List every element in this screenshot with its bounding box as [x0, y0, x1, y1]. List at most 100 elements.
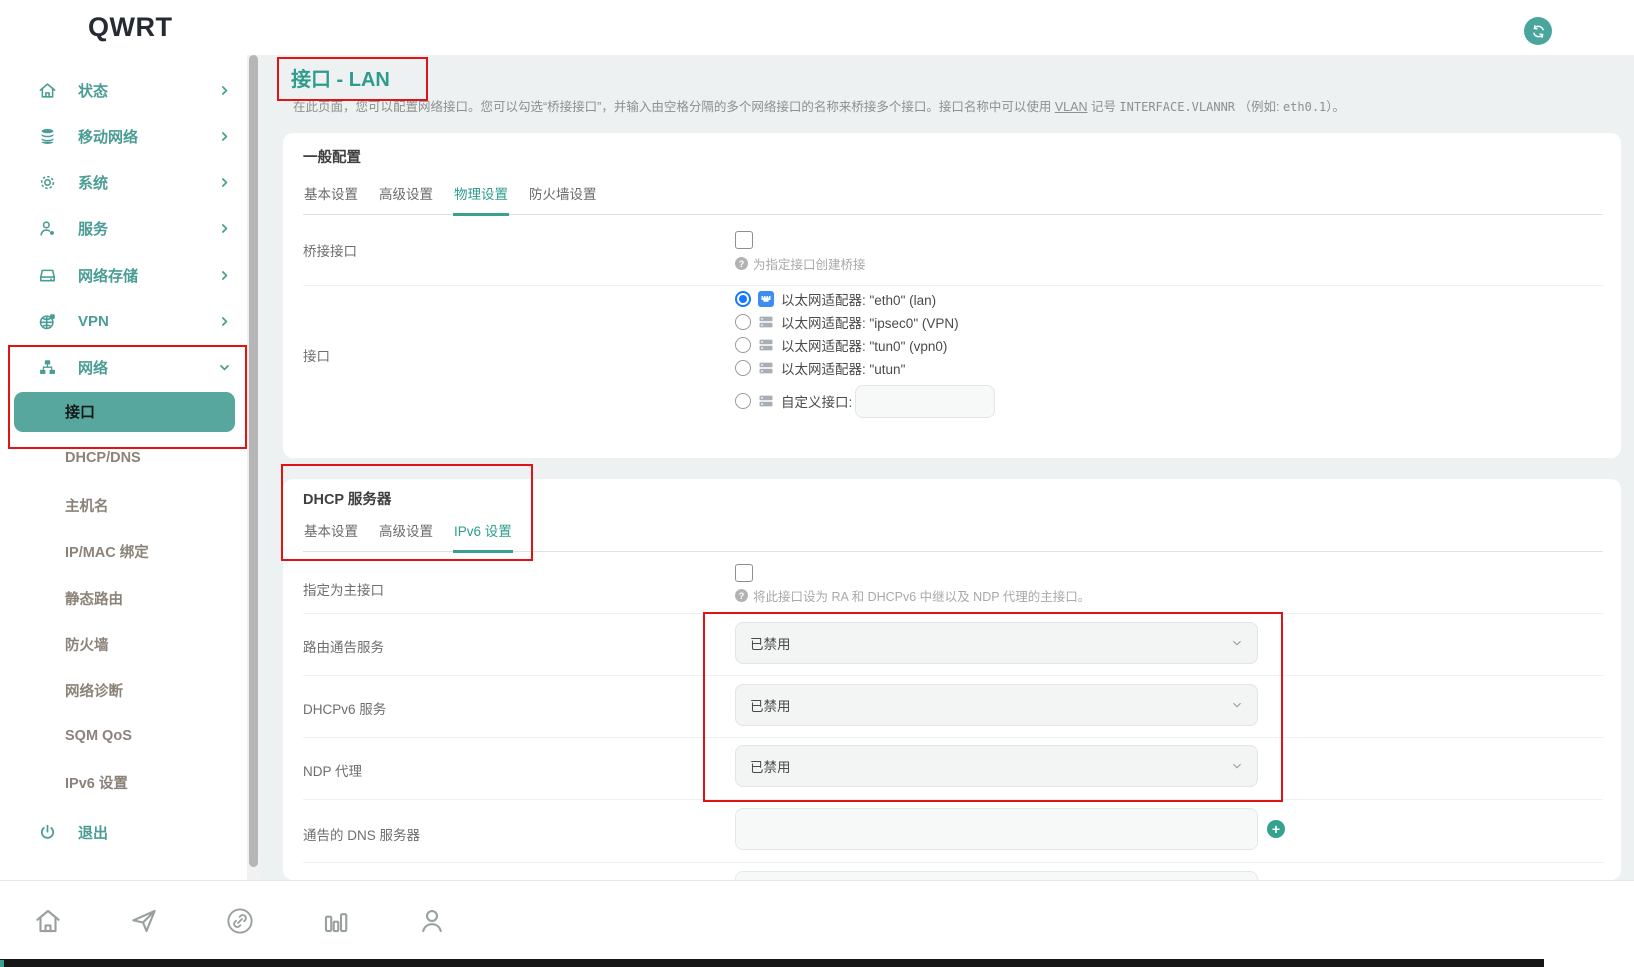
row-divider: [303, 675, 1603, 676]
tab-physical-settings[interactable]: 物理设置: [453, 183, 509, 216]
network-tree-icon: [38, 358, 57, 377]
sidebar-subitem-ipv6-settings[interactable]: IPv6 设置: [65, 769, 128, 795]
ndp-proxy-select[interactable]: 已禁用: [735, 745, 1258, 787]
bridge-interface-checkbox[interactable]: [735, 231, 753, 249]
chevron-right-icon: [218, 315, 231, 328]
send-icon[interactable]: [129, 906, 159, 936]
sidebar-scrollbar[interactable]: [247, 55, 260, 880]
sidebar-item-services[interactable]: 服务: [0, 212, 247, 244]
select-value: 已禁用: [750, 637, 791, 652]
sidebar-subitem-sqm-qos[interactable]: SQM QoS: [65, 723, 132, 749]
radio-unselected[interactable]: [735, 337, 751, 353]
announced-dns-input[interactable]: [735, 808, 1258, 850]
desc-text: 在此页面，您可以配置网络接口。您可以勾选“桥接接口”，并输入由空格分隔的多个网络…: [293, 100, 1055, 114]
globe-icon: [38, 312, 57, 331]
link-icon[interactable]: [225, 906, 255, 936]
chevron-down-icon: [218, 361, 231, 374]
sidebar-item-label: VPN: [78, 312, 109, 330]
chevron-right-icon: [218, 130, 231, 143]
adapter-gray-icon: [758, 393, 774, 409]
home-icon[interactable]: [33, 906, 63, 936]
row-divider: [303, 799, 1603, 800]
interface-option-tun0[interactable]: 以太网适配器: "tun0" (vpn0): [735, 334, 947, 356]
adapter-gray-icon: [758, 360, 774, 376]
drive-icon: [38, 266, 57, 285]
radio-option-label: 自定义接口:: [781, 395, 853, 410]
interface-option-utun[interactable]: 以太网适配器: "utun": [735, 357, 905, 379]
scrollbar-thumb[interactable]: [249, 55, 258, 867]
dhcpv6-service-label: DHCPv6 服务: [303, 702, 387, 717]
sidebar-item-label: 服务: [78, 220, 109, 238]
adapter-gray-icon: [758, 337, 774, 353]
tab-advanced-settings[interactable]: 高级设置: [378, 183, 434, 214]
sidebar-item-network[interactable]: 网络: [0, 351, 247, 383]
sidebar-item-system[interactable]: 系统: [0, 166, 247, 198]
sidebar-item-logout[interactable]: 退出: [0, 816, 247, 848]
person-icon[interactable]: [417, 906, 447, 936]
ethernet-adapter-blue-icon: [758, 291, 774, 307]
interface-option-ipsec0[interactable]: 以太网适配器: "ipsec0" (VPN): [735, 311, 959, 333]
chevron-down-icon: [1231, 699, 1243, 711]
sidebar-item-network-storage[interactable]: 网络存储: [0, 259, 247, 291]
desc-text: （例如:: [1235, 100, 1283, 114]
help-text: 将此接口设为 RA 和 DHCPv6 中继以及 NDP 代理的主接口。: [753, 590, 1091, 604]
general-config-card: 一般配置 基本设置 高级设置 物理设置 防火墙设置 桥接接口 ? 为指定接口创建…: [283, 133, 1621, 458]
card-title: DHCP 服务器: [303, 492, 392, 508]
row-divider: [303, 285, 1603, 286]
bottom-toolbar: [0, 880, 1634, 959]
bridge-interface-label: 桥接接口: [303, 244, 357, 259]
announced-dns-input-2[interactable]: [735, 871, 1258, 880]
power-icon: [38, 823, 57, 842]
sidebar-item-label: 移动网络: [78, 128, 139, 146]
dhcp-server-tabs: 基本设置 高级设置 IPv6 设置: [303, 520, 1603, 553]
help-icon: ?: [735, 257, 748, 270]
general-config-tabs: 基本设置 高级设置 物理设置 防火墙设置: [303, 183, 1603, 216]
radio-option-label: 以太网适配器: "tun0" (vpn0): [781, 339, 948, 354]
bar-chart-icon[interactable]: [321, 906, 351, 936]
desc-text: ）。: [1326, 100, 1346, 114]
dhcp-server-card: DHCP 服务器 基本设置 高级设置 IPv6 设置 指定为主接口 ? 将此接口…: [283, 479, 1621, 880]
dhcpv6-service-select[interactable]: 已禁用: [735, 684, 1258, 726]
tab-basic-settings[interactable]: 基本设置: [303, 183, 359, 214]
interface-option-eth0[interactable]: 以太网适配器: "eth0" (lan): [735, 288, 936, 310]
sidebar-subitem-firewall[interactable]: 防火墙: [65, 631, 109, 657]
sidebar-item-label: 网络存储: [78, 267, 139, 285]
ndp-proxy-label: NDP 代理: [303, 764, 363, 779]
radio-unselected[interactable]: [735, 314, 751, 330]
help-icon: ?: [735, 589, 748, 602]
radio-unselected[interactable]: [735, 360, 751, 376]
master-interface-checkbox[interactable]: [735, 564, 753, 582]
tab-basic-settings[interactable]: 基本设置: [303, 520, 359, 551]
sidebar-subitem-dhcp-dns[interactable]: DHCP/DNS: [65, 445, 141, 471]
tab-advanced-settings[interactable]: 高级设置: [378, 520, 434, 551]
vlan-link[interactable]: VLAN: [1055, 100, 1088, 114]
refresh-button[interactable]: [1524, 17, 1552, 45]
refresh-icon: [1530, 23, 1547, 40]
select-value: 已禁用: [750, 699, 791, 714]
sidebar-subitem-static-routes[interactable]: 静态路由: [65, 585, 123, 611]
interface-option-custom[interactable]: 自定义接口:: [735, 384, 852, 418]
tab-ipv6-settings[interactable]: IPv6 设置: [453, 520, 513, 553]
app-logo: QWRT: [88, 12, 173, 42]
sidebar-subitem-hostname[interactable]: 主机名: [65, 492, 109, 518]
corner-accent: [0, 960, 4, 967]
bridge-interface-help: ? 为指定接口创建桥接: [735, 254, 866, 273]
sidebar-item-vpn[interactable]: VPN: [0, 305, 247, 337]
page-title: 接口 - LAN: [291, 69, 390, 91]
sidebar-item-status[interactable]: 状态: [0, 74, 247, 106]
radio-unselected[interactable]: [735, 393, 751, 409]
sidebar-item-label: 状态: [78, 82, 109, 100]
radio-option-label: 以太网适配器: "eth0" (lan): [781, 293, 937, 308]
radio-selected[interactable]: [735, 291, 751, 307]
sidebar-item-mobile-network[interactable]: 移动网络: [0, 120, 247, 152]
tab-firewall-settings[interactable]: 防火墙设置: [528, 183, 598, 214]
sidebar-subitem-ip-mac-binding[interactable]: IP/MAC 绑定: [65, 538, 149, 564]
row-divider: [303, 613, 1603, 614]
sidebar-subitem-diagnostics[interactable]: 网络诊断: [65, 677, 123, 703]
add-dns-button[interactable]: +: [1267, 820, 1285, 838]
sidebar-subitem-interfaces-active[interactable]: 接口: [14, 392, 235, 432]
custom-interface-input[interactable]: [855, 385, 995, 418]
ra-service-select[interactable]: 已禁用: [735, 622, 1258, 664]
bottom-black-bar: [0, 959, 1544, 967]
radio-option-label: 以太网适配器: "utun": [781, 362, 906, 377]
